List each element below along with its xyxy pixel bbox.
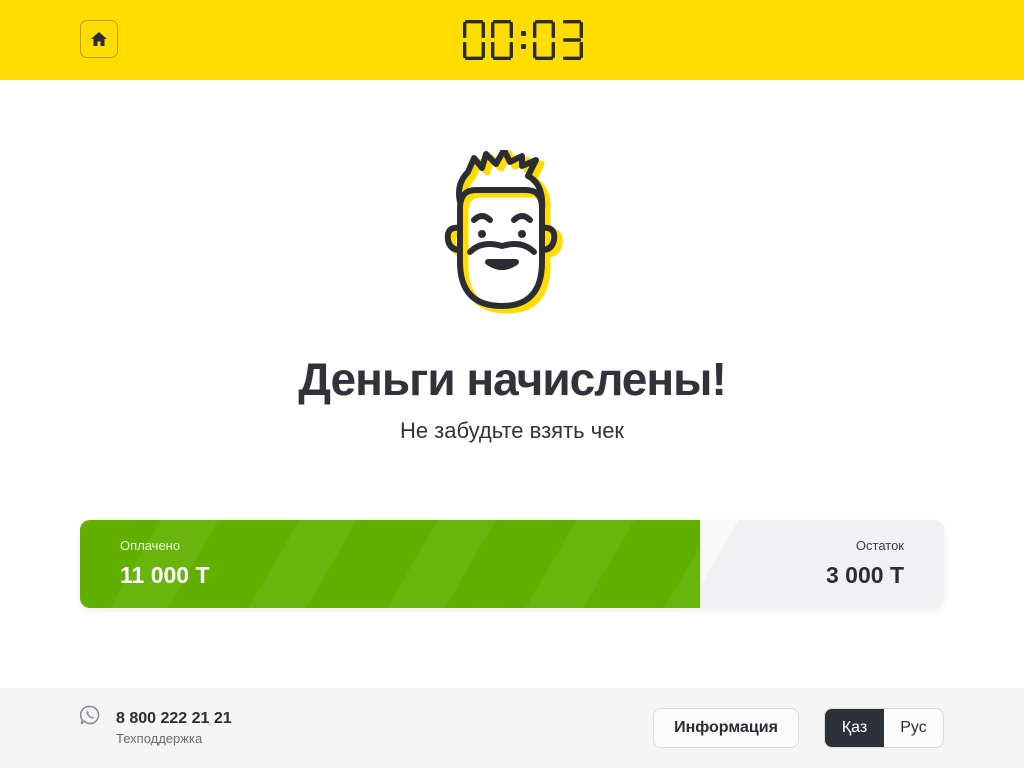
remaining-label: Остаток bbox=[855, 538, 904, 553]
segment-a bbox=[563, 20, 581, 24]
segment-g bbox=[563, 38, 581, 42]
paid-label: Оплачено bbox=[120, 538, 181, 553]
segment-f bbox=[463, 22, 467, 38]
segment-e bbox=[491, 42, 495, 58]
countdown-timer bbox=[462, 18, 584, 62]
timer-digit-0 bbox=[463, 20, 485, 60]
segment-a bbox=[465, 20, 483, 24]
segment-f bbox=[533, 22, 537, 38]
segment-a bbox=[493, 20, 511, 24]
home-icon bbox=[91, 32, 107, 46]
segment-c bbox=[481, 42, 485, 58]
timer-minutes bbox=[462, 19, 514, 61]
segment-d bbox=[493, 56, 511, 60]
bearded-man-mascot-icon bbox=[444, 150, 563, 314]
segment-c bbox=[509, 42, 513, 58]
segment-b bbox=[579, 22, 583, 38]
page-title: Деньги начислены! bbox=[298, 353, 727, 405]
timer-digit-0 bbox=[491, 20, 513, 60]
segment-b bbox=[509, 22, 513, 38]
segment-f bbox=[491, 22, 495, 38]
support-phone[interactable]: 8 800 222 21 21 bbox=[116, 710, 232, 728]
segment-c bbox=[579, 42, 583, 58]
timer-colon bbox=[516, 18, 530, 62]
segment-b bbox=[481, 22, 485, 38]
remaining-amount: 3 000 Т bbox=[826, 562, 904, 588]
segment-c bbox=[551, 42, 555, 58]
timer-digit-3 bbox=[563, 20, 583, 60]
language-russian-button[interactable]: Рус bbox=[884, 709, 943, 747]
segment-b bbox=[551, 22, 555, 38]
segment-e bbox=[533, 42, 537, 58]
top-bar bbox=[0, 0, 1024, 80]
segment-d bbox=[563, 56, 581, 60]
segment-d bbox=[535, 56, 553, 60]
segment-a bbox=[535, 20, 553, 24]
segment-e bbox=[463, 42, 467, 58]
whatsapp-icon bbox=[80, 705, 100, 725]
timer-digit-0 bbox=[533, 20, 555, 60]
language-switcher: Қаз Рус bbox=[824, 708, 944, 748]
segment-d bbox=[465, 56, 483, 60]
information-button[interactable]: Информация bbox=[653, 708, 799, 748]
support-label: Техподдержка bbox=[116, 731, 203, 746]
page-subtitle: Не забудьте взять чек bbox=[399, 418, 625, 443]
language-kazakh-button[interactable]: Қаз bbox=[825, 709, 884, 747]
paid-amount: 11 000 Т bbox=[120, 562, 210, 588]
payment-progress: Оплачено 11 000 Т Остаток 3 000 Т bbox=[80, 520, 944, 608]
footer: 8 800 222 21 21 Техподдержка Информация … bbox=[0, 688, 1024, 768]
timer-seconds bbox=[532, 19, 584, 61]
home-button[interactable] bbox=[80, 20, 118, 58]
